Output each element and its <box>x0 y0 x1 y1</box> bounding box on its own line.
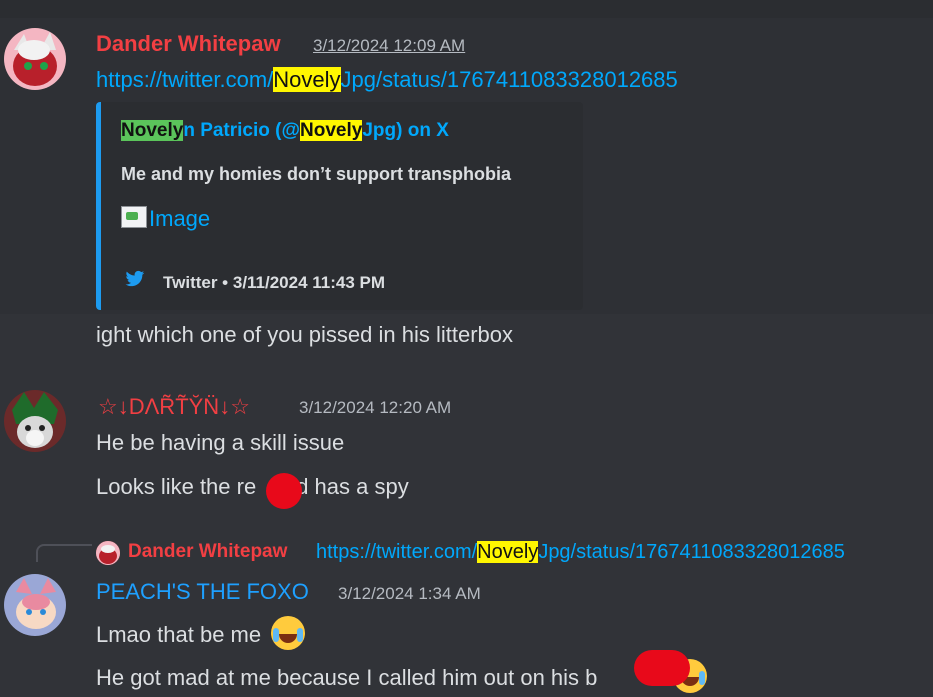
top-strip <box>0 0 933 18</box>
twitter-bird-icon <box>125 270 151 294</box>
redaction-mark <box>266 473 302 509</box>
author-name[interactable]: Dander Whitepaw <box>96 31 281 57</box>
message-timestamp[interactable]: 3/12/2024 12:20 AM <box>299 398 451 418</box>
embed-description: Me and my homies don’t support transphob… <box>121 164 512 184</box>
reply-author[interactable]: Dander Whitepaw <box>128 541 287 563</box>
author-name[interactable]: ☆↓DΛR̃T̃Y̆N̈↓☆ <box>98 394 250 420</box>
redaction-mark <box>634 650 690 686</box>
message-text: Looks like the re d has a spy <box>96 474 409 499</box>
broken-image-icon <box>121 206 147 228</box>
joy-emoji-icon <box>271 616 306 650</box>
avatar-dartyn[interactable] <box>4 390 66 452</box>
message-timestamp[interactable]: 3/12/2024 12:09 AM <box>313 36 465 56</box>
reply-preview[interactable]: https://twitter.com/NovelyJpg/status/176… <box>316 541 845 564</box>
message-timestamp[interactable]: 3/12/2024 1:34 AM <box>338 584 481 604</box>
reply-avatar[interactable] <box>96 541 120 565</box>
avatar-peach[interactable] <box>4 574 66 636</box>
embed-image[interactable]: Image <box>121 206 210 232</box>
message-text: He got mad at me because I called him ou… <box>96 659 707 693</box>
tweet-embed: Novelyn Patricio (@NovelyJpg) on X Me an… <box>96 102 583 310</box>
message-text: ight which one of you pissed in his litt… <box>96 322 514 347</box>
embed-title[interactable]: Novelyn Patricio (@NovelyJpg) on X <box>121 120 449 142</box>
tweet-link-text[interactable]: https://twitter.com/NovelyJpg/status/176… <box>96 67 678 92</box>
embed-footer: Twitter • 3/11/2024 11:43 PM <box>125 270 385 294</box>
message-text: Lmao that be me <box>96 616 306 650</box>
reply-connector <box>36 544 92 562</box>
message-text: He be having a skill issue <box>96 430 345 455</box>
author-name[interactable]: PEACH'S THE FOXO <box>96 579 309 605</box>
avatar-dander[interactable] <box>4 28 66 90</box>
tweet-link[interactable]: https://twitter.com/NovelyJpg/status/176… <box>96 67 678 93</box>
